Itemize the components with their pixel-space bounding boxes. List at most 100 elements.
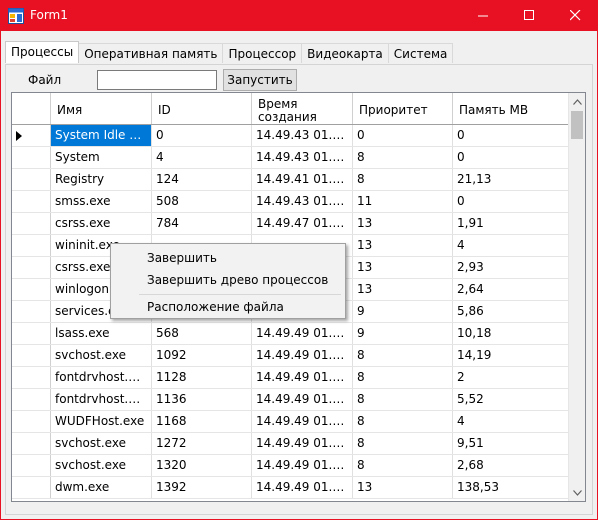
- table-row[interactable]: csrss.exe 784 14.49.47 01.04... 13 1,91: [12, 213, 570, 235]
- name-cell[interactable]: svchost.exe: [51, 455, 152, 476]
- column-header-id[interactable]: ID: [152, 93, 252, 124]
- memory-cell[interactable]: 2,93: [453, 257, 570, 278]
- priority-cell[interactable]: 8: [353, 433, 453, 454]
- created-cell[interactable]: 14.49.43 01.04...: [252, 147, 353, 168]
- column-header-memory[interactable]: Память МВ: [453, 93, 570, 124]
- memory-cell[interactable]: 21,13: [453, 169, 570, 190]
- created-cell[interactable]: 14.49.43 01.04...: [252, 125, 353, 146]
- row-header[interactable]: [12, 389, 51, 410]
- memory-cell[interactable]: 0: [453, 125, 570, 146]
- memory-cell[interactable]: 2,68: [453, 455, 570, 476]
- scroll-up-arrow[interactable]: [569, 93, 585, 110]
- created-cell[interactable]: 14.49.49 01.04...: [252, 433, 353, 454]
- name-cell[interactable]: svchost.exe: [51, 433, 152, 454]
- created-cell[interactable]: 14.49.47 01.04...: [252, 213, 353, 234]
- priority-cell[interactable]: 8: [353, 345, 453, 366]
- row-header[interactable]: [12, 191, 51, 212]
- scroll-thumb[interactable]: [571, 111, 583, 139]
- priority-cell[interactable]: 13: [353, 213, 453, 234]
- memory-cell[interactable]: 4: [453, 235, 570, 256]
- memory-cell[interactable]: 14,19: [453, 345, 570, 366]
- id-cell[interactable]: 1320: [152, 455, 252, 476]
- memory-cell[interactable]: 4: [453, 411, 570, 432]
- memory-cell[interactable]: 2: [453, 367, 570, 388]
- table-row[interactable]: fontdrvhost.exe 1128 14.49.49 01.04... 8 2: [12, 367, 570, 389]
- column-header-created[interactable]: Время создания: [252, 93, 353, 124]
- row-header[interactable]: [12, 169, 51, 190]
- row-header[interactable]: [12, 411, 51, 432]
- name-cell[interactable]: Registry: [51, 169, 152, 190]
- title-bar[interactable]: Form1: [0, 0, 598, 31]
- name-cell[interactable]: WUDFHost.exe: [51, 411, 152, 432]
- created-cell[interactable]: 14.49.49 01.04...: [252, 411, 353, 432]
- row-header[interactable]: [12, 455, 51, 476]
- vertical-scrollbar[interactable]: [568, 93, 585, 501]
- priority-cell[interactable]: 8: [353, 389, 453, 410]
- priority-cell[interactable]: 13: [353, 279, 453, 300]
- memory-cell[interactable]: 10,18: [453, 323, 570, 344]
- created-cell[interactable]: 14.49.43 01.04...: [252, 191, 353, 212]
- column-header-name[interactable]: Имя: [51, 93, 152, 124]
- id-cell[interactable]: 784: [152, 213, 252, 234]
- name-cell[interactable]: fontdrvhost.exe: [51, 367, 152, 388]
- row-header[interactable]: [12, 279, 51, 300]
- table-row[interactable]: System 4 14.49.43 01.04... 8 0: [12, 147, 570, 169]
- table-row[interactable]: System Idle Proc...014.49.43 01.04...00: [12, 125, 570, 147]
- id-cell[interactable]: 1136: [152, 389, 252, 410]
- created-cell[interactable]: 14.49.49 01.04...: [252, 367, 353, 388]
- id-cell[interactable]: 1272: [152, 433, 252, 454]
- created-cell[interactable]: 14.49.49 01.04...: [252, 455, 353, 476]
- table-row[interactable]: WUDFHost.exe 1168 14.49.49 01.04... 8 4: [12, 411, 570, 433]
- tab-processes[interactable]: Процессы: [5, 41, 80, 63]
- tab-system[interactable]: Система: [387, 43, 454, 63]
- id-cell[interactable]: 568: [152, 323, 252, 344]
- memory-cell[interactable]: 5,86: [453, 301, 570, 322]
- priority-cell[interactable]: 8: [353, 455, 453, 476]
- table-row[interactable]: svchost.exe 1320 14.49.49 01.04... 8 2,68: [12, 455, 570, 477]
- name-cell[interactable]: smss.exe: [51, 191, 152, 212]
- menu-item-file-location[interactable]: Расположение файла: [147, 300, 284, 314]
- name-cell[interactable]: lsass.exe: [51, 323, 152, 344]
- menu-item-kill[interactable]: Завершить: [147, 251, 217, 265]
- row-header[interactable]: [12, 257, 51, 278]
- memory-cell[interactable]: 5,52: [453, 389, 570, 410]
- tab-gpu[interactable]: Видеокарта: [301, 43, 389, 63]
- table-row[interactable]: lsass.exe 568 14.49.49 01.04... 9 10,18: [12, 323, 570, 345]
- scroll-down-arrow[interactable]: [569, 484, 585, 501]
- column-header-priority[interactable]: Приоритет: [353, 93, 453, 124]
- table-row[interactable]: fontdrvhost.exe 1136 14.49.49 01.04... 8 5,5…: [12, 389, 570, 411]
- created-cell[interactable]: 14.49.49 01.04...: [252, 345, 353, 366]
- name-cell[interactable]: System: [51, 147, 152, 168]
- menu-item-kill-tree[interactable]: Завершить древо процессов: [147, 273, 328, 287]
- id-cell[interactable]: 1168: [152, 411, 252, 432]
- priority-cell[interactable]: 8: [353, 411, 453, 432]
- row-header[interactable]: [12, 147, 51, 168]
- priority-cell[interactable]: 8: [353, 367, 453, 388]
- name-cell[interactable]: csrss.exe: [51, 213, 152, 234]
- file-input[interactable]: [97, 70, 217, 90]
- table-row[interactable]: Registry 124 14.49.41 01.04... 8 21,13: [12, 169, 570, 191]
- created-cell[interactable]: 14.49.49 01.04...: [252, 389, 353, 410]
- table-row[interactable]: smss.exe 508 14.49.43 01.04... 11 0: [12, 191, 570, 213]
- row-header[interactable]: [12, 345, 51, 366]
- memory-cell[interactable]: 138,53: [453, 477, 570, 498]
- row-header[interactable]: [12, 433, 51, 454]
- table-row[interactable]: svchost.exe 1092 14.49.49 01.04... 8 14,19: [12, 345, 570, 367]
- minimize-button[interactable]: [460, 0, 506, 31]
- id-cell[interactable]: 4: [152, 147, 252, 168]
- id-cell[interactable]: 1092: [152, 345, 252, 366]
- id-cell[interactable]: 1392: [152, 477, 252, 498]
- priority-cell[interactable]: 13: [353, 235, 453, 256]
- name-cell[interactable]: svchost.exe: [51, 345, 152, 366]
- memory-cell[interactable]: 9,51: [453, 433, 570, 454]
- priority-cell[interactable]: 13: [353, 257, 453, 278]
- id-cell[interactable]: 0: [152, 125, 252, 146]
- priority-cell[interactable]: 13: [353, 477, 453, 498]
- row-header[interactable]: [12, 477, 51, 498]
- row-header[interactable]: [12, 125, 51, 146]
- created-cell[interactable]: 14.49.49 01.04...: [252, 323, 353, 344]
- close-button[interactable]: [552, 0, 598, 31]
- name-cell[interactable]: fontdrvhost.exe: [51, 389, 152, 410]
- priority-cell[interactable]: 8: [353, 147, 453, 168]
- priority-cell[interactable]: 11: [353, 191, 453, 212]
